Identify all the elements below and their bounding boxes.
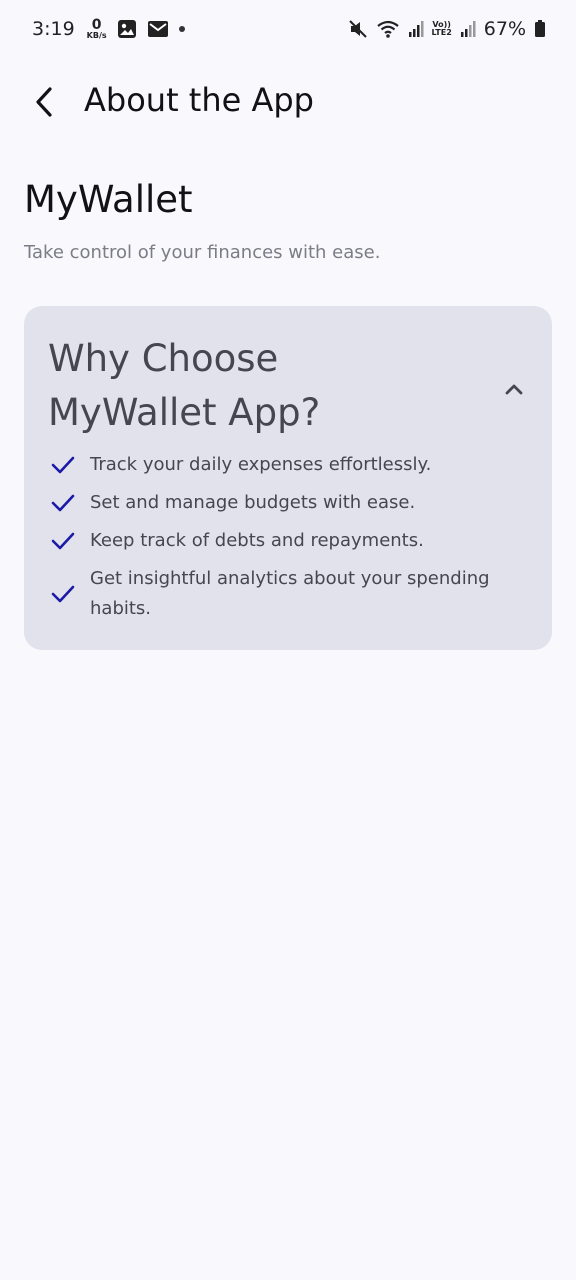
gallery-icon — [117, 20, 136, 38]
app-bar: About the App — [0, 70, 576, 134]
app-tagline: Take control of your finances with ease. — [24, 242, 381, 263]
status-right: Vo)) LTE2 67% — [348, 18, 547, 40]
chevron-left-icon — [36, 87, 52, 117]
feature-item: Get insightful analytics about your spen… — [48, 564, 528, 624]
feature-text: Get insightful analytics about your spen… — [90, 568, 490, 619]
clock: 3:19 — [32, 18, 75, 40]
status-bar: 3:19 0 KB/s Vo)) LTE2 67% — [0, 0, 576, 64]
back-button[interactable] — [22, 80, 66, 124]
check-icon — [51, 532, 75, 550]
signal-icon — [408, 21, 423, 37]
volte-indicator: Vo)) LTE2 — [432, 21, 452, 37]
app-name: MyWallet — [24, 178, 193, 221]
feature-item: Keep track of debts and repayments. — [48, 526, 528, 556]
signal-icon — [460, 21, 476, 37]
feature-text: Set and manage budgets with ease. — [90, 492, 416, 513]
network-speed-value: 0 — [91, 17, 102, 33]
features-list: Track your daily expenses effortlessly. … — [48, 450, 528, 632]
dot-icon — [178, 26, 185, 32]
mute-icon — [348, 20, 367, 38]
feature-item: Track your daily expenses effortlessly. — [48, 450, 528, 480]
features-card-title: Why Choose MyWallet App? — [48, 337, 321, 434]
status-left: 3:19 0 KB/s — [32, 18, 185, 40]
check-icon — [51, 585, 75, 603]
feature-text: Keep track of debts and repayments. — [90, 530, 424, 551]
battery-percent: 67% — [483, 18, 526, 40]
wifi-icon — [376, 20, 399, 38]
network-speed: 0 KB/s — [87, 18, 107, 40]
check-icon — [51, 456, 75, 474]
feature-text: Track your daily expenses effortlessly. — [90, 454, 432, 475]
network-speed-unit: KB/s — [86, 31, 107, 40]
page-title: About the App — [84, 81, 314, 119]
features-card: Why Choose MyWallet App? Track your dail… — [24, 306, 552, 650]
battery-icon — [535, 20, 545, 37]
volte-label-bottom: LTE2 — [431, 28, 452, 37]
feature-item: Set and manage budgets with ease. — [48, 488, 528, 518]
chevron-up-icon[interactable] — [500, 376, 528, 404]
check-icon — [51, 494, 75, 512]
features-card-header[interactable]: Why Choose MyWallet App? — [48, 332, 528, 442]
mail-icon — [147, 21, 168, 37]
